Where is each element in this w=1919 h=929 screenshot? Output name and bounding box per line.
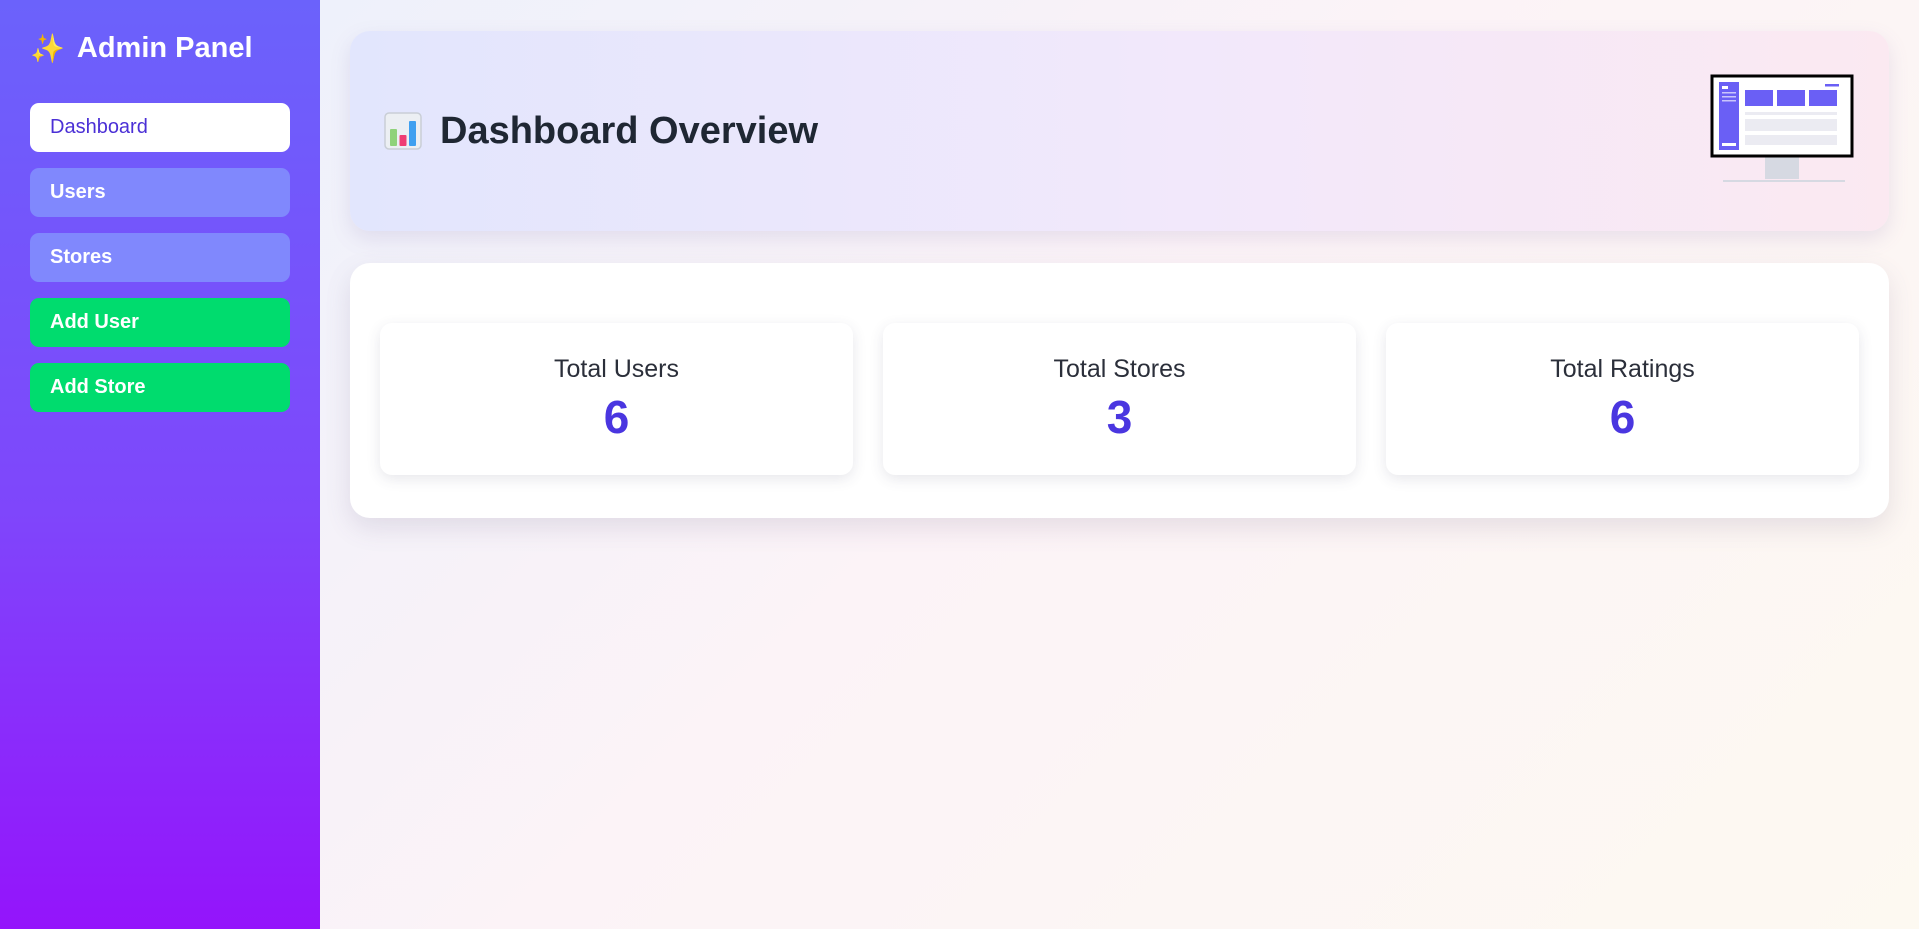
stat-card-total-stores: Total Stores 3 [883, 323, 1356, 475]
stat-card-total-users: Total Users 6 [380, 323, 853, 475]
stat-label: Total Stores [1053, 355, 1186, 383]
page-title: Dashboard Overview [440, 109, 819, 152]
app-window: ✨ Admin Panel Dashboard Users Stores Add… [0, 0, 1919, 929]
stat-value: 6 [1609, 391, 1636, 443]
sidebar-item-dashboard[interactable]: Dashboard [30, 103, 290, 152]
brand-title: Admin Panel [76, 32, 253, 64]
main-content: Dashboard Overview Total Users 6 Total S… [320, 0, 1919, 929]
page-header: Dashboard Overview [350, 31, 1889, 231]
stat-value: 6 [603, 391, 630, 443]
stats-panel: Total Users 6 Total Stores 3 Total Ratin… [350, 263, 1889, 518]
stat-label: Total Ratings [1550, 355, 1695, 383]
sidebar-nav: Dashboard Users Stores Add User Add Stor… [30, 103, 290, 412]
sparkles-icon: ✨ [30, 32, 65, 64]
stat-card-total-ratings: Total Ratings 6 [1386, 323, 1859, 475]
brand: ✨ Admin Panel [30, 32, 290, 65]
add-user-button[interactable]: Add User [30, 298, 290, 347]
bar-chart-icon [384, 111, 422, 151]
desktop-monitor-icon [1709, 73, 1859, 189]
sidebar-item-users[interactable]: Users [30, 168, 290, 217]
sidebar: ✨ Admin Panel Dashboard Users Stores Add… [0, 0, 320, 929]
header-title-group: Dashboard Overview [384, 110, 818, 153]
add-store-button[interactable]: Add Store [30, 363, 290, 412]
stat-label: Total Users [553, 355, 680, 383]
stat-value: 3 [1106, 391, 1133, 443]
sidebar-item-stores[interactable]: Stores [30, 233, 290, 282]
